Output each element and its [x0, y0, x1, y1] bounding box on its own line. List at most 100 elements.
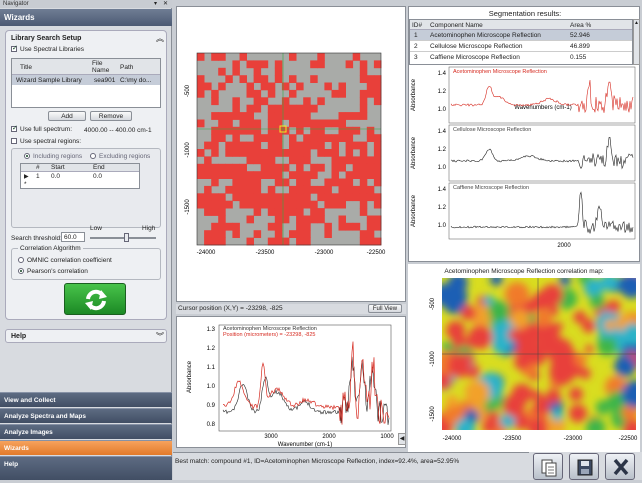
segment-cell — [345, 60, 354, 69]
segment-cell — [324, 149, 332, 157]
segment-cell — [260, 171, 269, 179]
segment-cell — [373, 193, 382, 202]
segment-cell — [239, 185, 247, 194]
segment-cell — [310, 185, 318, 194]
nav-analyze-images[interactable]: Analyze Images — [0, 424, 172, 439]
segment-cell — [373, 149, 382, 157]
segment-cell — [225, 141, 233, 150]
run-search-button[interactable] — [64, 283, 126, 315]
segment-cell — [331, 200, 339, 209]
segment-cell — [204, 156, 212, 165]
segment-cell — [366, 163, 375, 172]
slider-low-label: Low — [90, 225, 102, 232]
full-view-button[interactable]: Full View — [368, 304, 402, 313]
nav-view-and-collect[interactable]: View and Collect — [0, 392, 172, 407]
segment-cell — [345, 149, 354, 157]
segment-cell — [352, 185, 361, 194]
help-panel[interactable]: Help ︾ — [5, 329, 167, 343]
segment-cell — [239, 193, 247, 202]
save-button[interactable] — [569, 453, 599, 480]
correlation-blob — [546, 388, 561, 404]
segment-cell — [218, 82, 226, 91]
segment-cell — [253, 178, 262, 187]
use-spectral-regions-checkbox[interactable]: Use spectral regions: — [11, 138, 81, 145]
map-svg[interactable]: -24000 -23500 -23000 -22500 -500 -1000 -… — [177, 7, 407, 303]
segment-cell — [303, 185, 311, 194]
segment-cell — [204, 171, 212, 179]
segment-cell — [225, 126, 233, 135]
omnic-radio[interactable]: OMNIC correlation coefficient — [18, 257, 112, 264]
correlation-blob — [457, 289, 468, 300]
use-spectral-libraries-checkbox[interactable]: Use Spectral Libraries — [11, 44, 84, 53]
pearson-radio[interactable]: Pearson's correlation — [18, 268, 88, 275]
copy-button[interactable] — [533, 453, 563, 480]
including-regions-radio[interactable]: Including regions — [24, 153, 82, 160]
segment-cell — [338, 163, 346, 172]
segment-cell — [204, 82, 212, 91]
nav-analyze-spectra-and-maps[interactable]: Analyze Spectra and Maps — [0, 408, 172, 423]
correlation-blob — [625, 278, 636, 287]
table-row[interactable]: 3 Caffiene Microscope Reflection 0.155 — [410, 52, 632, 63]
correlation-blob — [514, 354, 530, 370]
segment-cell — [289, 149, 297, 157]
nav-help[interactable]: Help — [0, 456, 172, 480]
map-ytick: -1500 — [185, 199, 191, 215]
segment-cell — [274, 67, 283, 76]
close-button[interactable] — [605, 453, 635, 480]
scroll-up-icon[interactable]: ▲ — [634, 20, 639, 26]
segment-cell — [197, 53, 205, 61]
segment-cell — [359, 97, 368, 106]
table-row[interactable]: Wizard Sample Library sea901 C:\my do... — [12, 75, 160, 85]
spectrum-xlabel: Wavenumber (cm-1) — [278, 442, 332, 448]
region-start-input[interactable]: 0.0 — [51, 173, 60, 180]
pin-icon[interactable]: ▾ — [154, 0, 157, 7]
segment-cell — [274, 149, 283, 157]
segment-cell — [267, 237, 276, 246]
remove-button[interactable]: Remove — [90, 111, 132, 121]
search-threshold-field[interactable]: 60.0 — [61, 232, 85, 242]
segment-cell — [338, 215, 346, 224]
segment-cell — [253, 141, 262, 150]
close-icon — [613, 458, 629, 476]
segment-cell — [253, 193, 262, 202]
segment-cell — [324, 222, 332, 231]
threshold-slider-track[interactable] — [90, 237, 156, 239]
segment-cell — [274, 112, 283, 120]
nav-wizards[interactable]: Wizards — [0, 440, 172, 455]
region-row-id: 1 — [36, 173, 40, 180]
comp-ytick: 1.4 — [438, 129, 447, 135]
correlation-map-svg[interactable]: -24000 -23500 -23000 -22500 -500 -1000 -… — [408, 264, 640, 452]
segment-cell — [359, 200, 368, 209]
segment-cell — [296, 178, 304, 187]
add-button[interactable]: Add — [48, 111, 86, 121]
segment-cell — [267, 208, 276, 216]
correlation-blob — [551, 408, 564, 421]
segment-cell — [366, 215, 375, 224]
radio-selected-icon — [24, 153, 30, 160]
table-scrollbar[interactable]: ▲ — [633, 19, 640, 65]
row-id: 3 — [414, 54, 418, 61]
segment-cell — [204, 237, 212, 246]
segment-cell — [239, 141, 247, 150]
correlation-blob — [527, 417, 550, 430]
segment-cell — [303, 200, 311, 209]
segment-cell — [239, 112, 247, 120]
segment-cell — [352, 141, 361, 150]
comp-ytick: 1.2 — [438, 89, 447, 95]
threshold-slider-thumb[interactable] — [124, 233, 130, 242]
scroll-left-icon[interactable]: ◀ — [398, 433, 406, 445]
navigator-title: Navigator — [0, 0, 172, 8]
excluding-regions-radio[interactable]: Excluding regions — [90, 153, 150, 160]
segment-cell — [352, 171, 361, 179]
segment-cell — [232, 222, 240, 231]
segment-cell — [246, 119, 254, 128]
region-end-input[interactable]: 0.0 — [93, 173, 102, 180]
correlation-blob — [569, 387, 583, 402]
table-row[interactable]: 1 Acetominophen Microscope Reflection 52… — [410, 30, 632, 41]
collapse-icon[interactable]: ︽ — [156, 33, 164, 44]
corr-ytick: -500 — [430, 297, 436, 310]
checkbox-unchecked-icon — [11, 138, 17, 145]
close-icon[interactable]: ✕ — [163, 0, 168, 7]
use-full-spectrum-checkbox[interactable]: Use full spectrum: — [11, 124, 72, 133]
table-row[interactable]: 2 Cellulose Microscope Reflection 46.899 — [410, 41, 632, 52]
